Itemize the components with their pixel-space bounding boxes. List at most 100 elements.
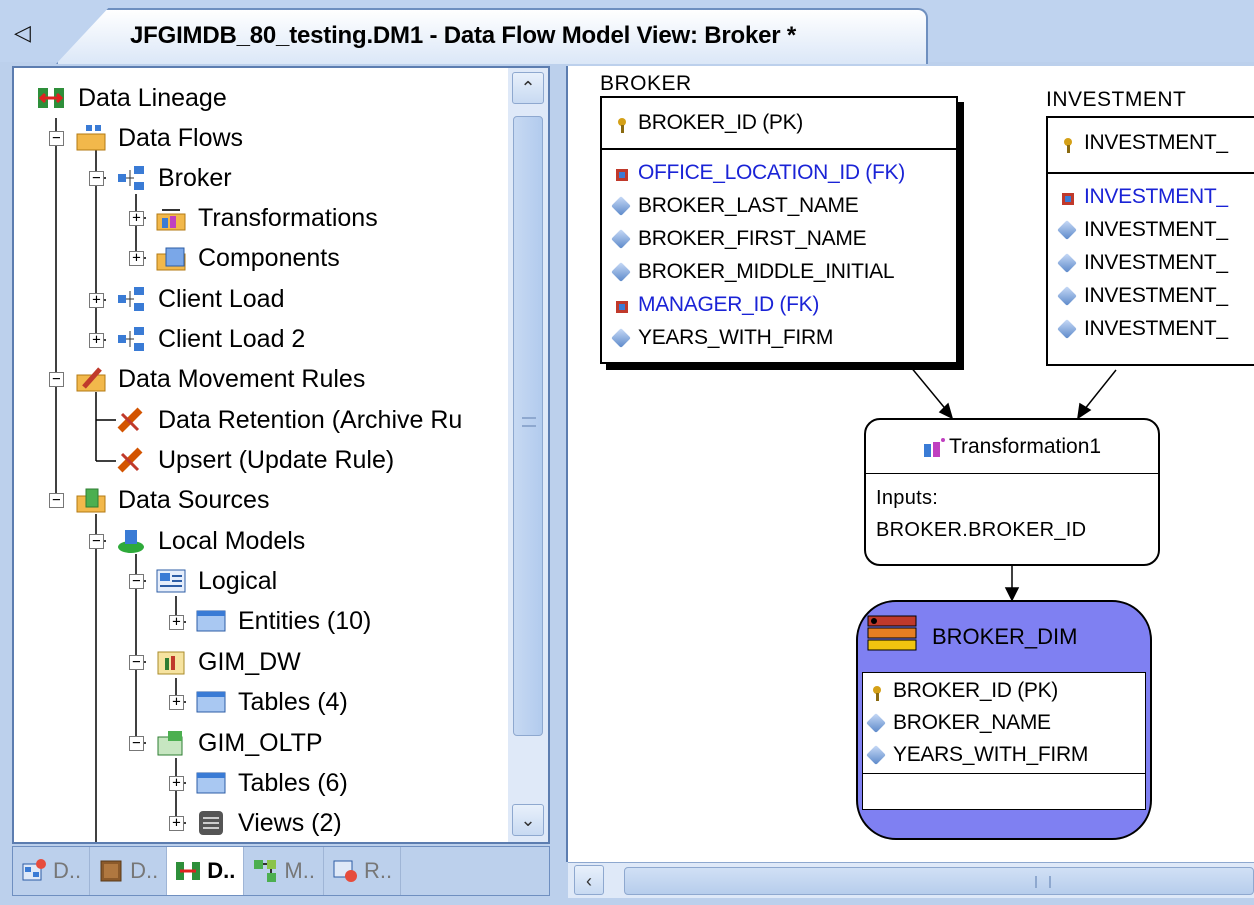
collapse-toggle[interactable]: − [89, 534, 104, 549]
expand-toggle[interactable]: + [129, 251, 144, 266]
data-flow-diagram-canvas[interactable]: BROKER BROKER_ID (PK) OFFICE_LOCATION_ID… [566, 66, 1254, 862]
fk-attribute[interactable]: OFFICE_LOCATION_ID (FK) [602, 156, 956, 189]
pk-attribute[interactable]: BROKER_ID (PK) [863, 675, 1145, 707]
expand-toggle[interactable]: + [169, 695, 184, 710]
tree-item-data-movement-rules[interactable]: Data Movement Rules [76, 359, 365, 399]
tree-item-logical[interactable]: Logical [156, 561, 277, 601]
fk-attribute[interactable]: MANAGER_ID (FK) [602, 288, 956, 321]
tree-item-gim-oltp[interactable]: GIM_OLTP [156, 723, 323, 763]
attribute-label: BROKER_ID (PK) [638, 110, 803, 134]
tree-item-entities[interactable]: Entities (10) [196, 601, 371, 641]
tree-item-label: Views (2) [238, 808, 342, 837]
attribute[interactable]: YEARS_WITH_FIRM [602, 321, 956, 354]
macro-tab-icon [254, 860, 277, 882]
broker-dim-table[interactable]: BROKER_DIM BROKER_ID (PK) BROKER_NAME YE… [856, 600, 1152, 840]
tree-item-tables-4[interactable]: Tables (4) [196, 682, 348, 722]
physical-model-icon [156, 729, 186, 757]
attribute-label: BROKER_LAST_NAME [638, 193, 859, 217]
expand-toggle[interactable]: + [169, 816, 184, 831]
document-tab[interactable]: JFGIMDB_80_testing.DM1 - Data Flow Model… [56, 8, 928, 64]
tree-item-label: Data Retention (Archive Ru [158, 405, 463, 434]
local-models-icon [116, 527, 146, 555]
attribute-icon [1057, 285, 1077, 306]
tree-item-data-sources[interactable]: Data Sources [76, 480, 269, 520]
attribute-label: BROKER_FIRST_NAME [638, 226, 867, 250]
tree-item-data-flows[interactable]: Data Flows [76, 118, 243, 158]
attribute[interactable]: BROKER_NAME [863, 707, 1145, 739]
tab-label: M.. [284, 858, 315, 883]
tree-item-label: Client Load 2 [158, 324, 306, 353]
attribute[interactable]: BROKER_LAST_NAME [602, 189, 956, 222]
tab-label: R.. [363, 858, 393, 883]
attribute[interactable]: INVESTMENT_ [1048, 246, 1254, 279]
horizontal-scrollbar-thumb[interactable] [624, 867, 1254, 895]
expand-toggle[interactable]: + [129, 211, 144, 226]
tree-item-local-models[interactable]: Local Models [116, 521, 305, 561]
expand-toggle[interactable]: + [169, 776, 184, 791]
tree-item-broker[interactable]: Broker [116, 158, 232, 198]
primary-key-icon [614, 115, 630, 133]
transformation-node[interactable]: Transformation1 Inputs: BROKER.BROKER_ID [864, 418, 1160, 566]
collapse-toggle[interactable]: − [89, 171, 104, 186]
tree-item-label: Data Sources [118, 485, 270, 514]
tab-scroll-left-button[interactable]: ◁ [14, 20, 31, 46]
attribute-label: INVESTMENT_ [1084, 316, 1228, 340]
document-tab-title: JFGIMDB_80_testing.DM1 - Data Flow Model… [130, 22, 797, 49]
table-folder-icon [196, 769, 226, 797]
attribute[interactable]: INVESTMENT_ [1048, 213, 1254, 246]
data-flows-folder-icon [76, 124, 106, 152]
attribute[interactable]: YEARS_WITH_FIRM [863, 739, 1145, 771]
collapse-toggle[interactable]: − [129, 655, 144, 670]
tree-item-client-load[interactable]: Client Load [116, 279, 284, 319]
tree-item-client-load-2[interactable]: Client Load 2 [116, 319, 305, 359]
expand-toggle[interactable]: + [89, 333, 104, 348]
attribute[interactable]: BROKER_MIDDLE_INITIAL [602, 255, 956, 288]
tree-vertical-scrollbar[interactable]: ⌃ ⌄ [508, 68, 548, 842]
tab-data-model[interactable]: D.. [13, 847, 91, 895]
rule-icon [116, 446, 146, 474]
tree-item-upsert[interactable]: Upsert (Update Rule) [116, 440, 394, 480]
collapse-toggle[interactable]: − [49, 493, 64, 508]
canvas-horizontal-scrollbar[interactable]: ‹ [568, 862, 1254, 898]
tree-item-components[interactable]: Components [156, 238, 340, 278]
investment-entity[interactable]: INVESTMENT_ INVESTMENT_ INVESTMENT_ INVE… [1046, 116, 1254, 366]
pk-attribute[interactable]: BROKER_ID (PK) [602, 106, 956, 139]
tab-label: D.. [207, 858, 236, 883]
attribute-label: BROKER_MIDDLE_INITIAL [638, 259, 895, 283]
collapse-toggle[interactable]: − [129, 736, 144, 751]
expand-toggle[interactable]: + [89, 293, 104, 308]
collapse-toggle[interactable]: − [49, 372, 64, 387]
attribute-icon [611, 228, 631, 249]
broker-entity-title: BROKER [600, 72, 692, 95]
scroll-left-button[interactable]: ‹ [574, 865, 604, 895]
attribute[interactable]: INVESTMENT_ [1048, 312, 1254, 345]
foreign-key-icon [614, 165, 630, 181]
tab-macro[interactable]: M.. [244, 847, 324, 895]
tree-item-gim-dw[interactable]: GIM_DW [156, 642, 301, 682]
tree-item-views[interactable]: Views (2) [196, 803, 342, 842]
attribute[interactable]: INVESTMENT_ [1048, 279, 1254, 312]
broker-entity[interactable]: BROKER_ID (PK) OFFICE_LOCATION_ID (FK) B… [600, 96, 958, 364]
rule-icon [116, 406, 146, 434]
scrollbar-thumb[interactable] [513, 116, 543, 736]
expand-toggle[interactable]: + [169, 615, 184, 630]
attribute-label: INVESTMENT_ [1084, 184, 1228, 208]
pk-attribute[interactable]: INVESTMENT_ [1048, 126, 1254, 159]
scroll-up-button[interactable]: ⌃ [512, 72, 544, 104]
collapse-toggle[interactable]: − [129, 574, 144, 589]
broker-dim-title: BROKER_DIM [932, 624, 1078, 649]
tree-item-data-lineage[interactable]: Data Lineage [36, 78, 227, 118]
tree-item-transformations[interactable]: Transformations [156, 198, 378, 238]
tab-dictionary[interactable]: D.. [90, 847, 168, 895]
collapse-toggle[interactable]: − [49, 131, 64, 146]
tab-repository[interactable]: R.. [324, 847, 402, 895]
attribute-label: INVESTMENT_ [1084, 283, 1228, 307]
attribute-icon [866, 745, 886, 765]
scroll-down-button[interactable]: ⌄ [512, 804, 544, 836]
tree-item-tables-6[interactable]: Tables (6) [196, 763, 348, 803]
attribute-label: BROKER_NAME [893, 711, 1051, 734]
tree-item-data-retention[interactable]: Data Retention (Archive Ru [116, 400, 462, 440]
tab-data-lineage[interactable]: D.. [167, 847, 245, 895]
attribute[interactable]: BROKER_FIRST_NAME [602, 222, 956, 255]
fk-attribute[interactable]: INVESTMENT_ [1048, 180, 1254, 213]
